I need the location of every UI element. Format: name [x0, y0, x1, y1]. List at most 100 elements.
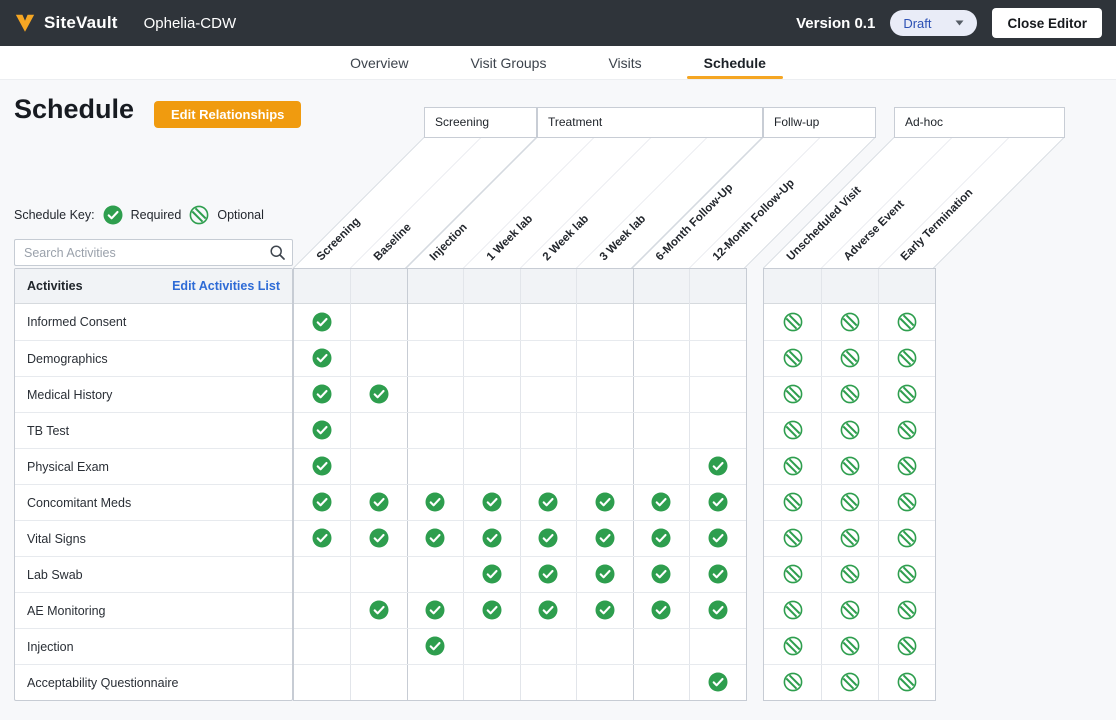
- schedule-cell[interactable]: [294, 556, 351, 592]
- schedule-cell[interactable]: [407, 628, 464, 664]
- schedule-cell[interactable]: [878, 304, 935, 340]
- schedule-cell[interactable]: [294, 376, 351, 412]
- schedule-cell[interactable]: [764, 520, 821, 556]
- schedule-cell[interactable]: [878, 340, 935, 376]
- schedule-cell[interactable]: [464, 556, 521, 592]
- schedule-cell[interactable]: [464, 412, 521, 448]
- schedule-cell[interactable]: [878, 520, 935, 556]
- schedule-cell[interactable]: [464, 376, 521, 412]
- schedule-cell[interactable]: [690, 412, 747, 448]
- schedule-cell[interactable]: [577, 304, 634, 340]
- schedule-cell[interactable]: [633, 448, 690, 484]
- schedule-cell[interactable]: [407, 412, 464, 448]
- schedule-cell[interactable]: [821, 412, 878, 448]
- schedule-cell[interactable]: [821, 520, 878, 556]
- schedule-cell[interactable]: [633, 484, 690, 520]
- schedule-cell[interactable]: [577, 448, 634, 484]
- schedule-cell[interactable]: [351, 520, 408, 556]
- schedule-cell[interactable]: [351, 340, 408, 376]
- schedule-cell[interactable]: [633, 304, 690, 340]
- schedule-cell[interactable]: [821, 556, 878, 592]
- schedule-cell[interactable]: [464, 628, 521, 664]
- schedule-cell[interactable]: [821, 484, 878, 520]
- schedule-cell[interactable]: [878, 628, 935, 664]
- schedule-cell[interactable]: [577, 520, 634, 556]
- schedule-cell[interactable]: [407, 340, 464, 376]
- schedule-cell[interactable]: [690, 340, 747, 376]
- schedule-cell[interactable]: [464, 592, 521, 628]
- schedule-cell[interactable]: [878, 376, 935, 412]
- schedule-cell[interactable]: [690, 628, 747, 664]
- schedule-cell[interactable]: [351, 664, 408, 700]
- schedule-cell[interactable]: [764, 412, 821, 448]
- schedule-cell[interactable]: [633, 376, 690, 412]
- schedule-cell[interactable]: [690, 664, 747, 700]
- schedule-cell[interactable]: [407, 520, 464, 556]
- schedule-cell[interactable]: [764, 628, 821, 664]
- schedule-cell[interactable]: [520, 376, 577, 412]
- schedule-cell[interactable]: [520, 448, 577, 484]
- schedule-cell[interactable]: [577, 340, 634, 376]
- schedule-cell[interactable]: [464, 664, 521, 700]
- schedule-cell[interactable]: [690, 556, 747, 592]
- schedule-cell[interactable]: [351, 484, 408, 520]
- schedule-cell[interactable]: [764, 664, 821, 700]
- schedule-cell[interactable]: [577, 664, 634, 700]
- schedule-cell[interactable]: [464, 340, 521, 376]
- schedule-cell[interactable]: [407, 664, 464, 700]
- schedule-cell[interactable]: [690, 448, 747, 484]
- schedule-cell[interactable]: [821, 628, 878, 664]
- schedule-cell[interactable]: [351, 448, 408, 484]
- schedule-cell[interactable]: [633, 628, 690, 664]
- schedule-cell[interactable]: [764, 304, 821, 340]
- schedule-cell[interactable]: [351, 556, 408, 592]
- schedule-cell[interactable]: [294, 484, 351, 520]
- schedule-cell[interactable]: [577, 628, 634, 664]
- schedule-cell[interactable]: [351, 592, 408, 628]
- schedule-cell[interactable]: [633, 592, 690, 628]
- schedule-cell[interactable]: [690, 304, 747, 340]
- schedule-cell[interactable]: [577, 376, 634, 412]
- schedule-cell[interactable]: [821, 592, 878, 628]
- schedule-cell[interactable]: [351, 376, 408, 412]
- schedule-cell[interactable]: [294, 304, 351, 340]
- schedule-cell[interactable]: [633, 664, 690, 700]
- schedule-cell[interactable]: [407, 592, 464, 628]
- schedule-cell[interactable]: [690, 376, 747, 412]
- schedule-cell[interactable]: [821, 304, 878, 340]
- schedule-cell[interactable]: [821, 340, 878, 376]
- schedule-cell[interactable]: [520, 484, 577, 520]
- schedule-cell[interactable]: [878, 592, 935, 628]
- schedule-cell[interactable]: [407, 556, 464, 592]
- schedule-cell[interactable]: [821, 448, 878, 484]
- schedule-cell[interactable]: [633, 556, 690, 592]
- schedule-cell[interactable]: [520, 592, 577, 628]
- schedule-cell[interactable]: [407, 304, 464, 340]
- schedule-cell[interactable]: [633, 412, 690, 448]
- schedule-cell[interactable]: [577, 592, 634, 628]
- schedule-cell[interactable]: [577, 556, 634, 592]
- schedule-cell[interactable]: [577, 484, 634, 520]
- schedule-cell[interactable]: [577, 412, 634, 448]
- schedule-cell[interactable]: [878, 412, 935, 448]
- schedule-cell[interactable]: [878, 448, 935, 484]
- schedule-cell[interactable]: [351, 304, 408, 340]
- schedule-cell[interactable]: [764, 556, 821, 592]
- schedule-cell[interactable]: [294, 412, 351, 448]
- schedule-cell[interactable]: [878, 664, 935, 700]
- schedule-cell[interactable]: [520, 628, 577, 664]
- schedule-cell[interactable]: [520, 304, 577, 340]
- schedule-cell[interactable]: [407, 448, 464, 484]
- schedule-cell[interactable]: [407, 376, 464, 412]
- schedule-cell[interactable]: [764, 592, 821, 628]
- schedule-cell[interactable]: [633, 340, 690, 376]
- schedule-cell[interactable]: [690, 520, 747, 556]
- schedule-cell[interactable]: [464, 484, 521, 520]
- schedule-cell[interactable]: [351, 628, 408, 664]
- schedule-cell[interactable]: [633, 520, 690, 556]
- schedule-cell[interactable]: [821, 376, 878, 412]
- schedule-cell[interactable]: [520, 520, 577, 556]
- schedule-cell[interactable]: [821, 664, 878, 700]
- schedule-cell[interactable]: [520, 664, 577, 700]
- schedule-cell[interactable]: [294, 592, 351, 628]
